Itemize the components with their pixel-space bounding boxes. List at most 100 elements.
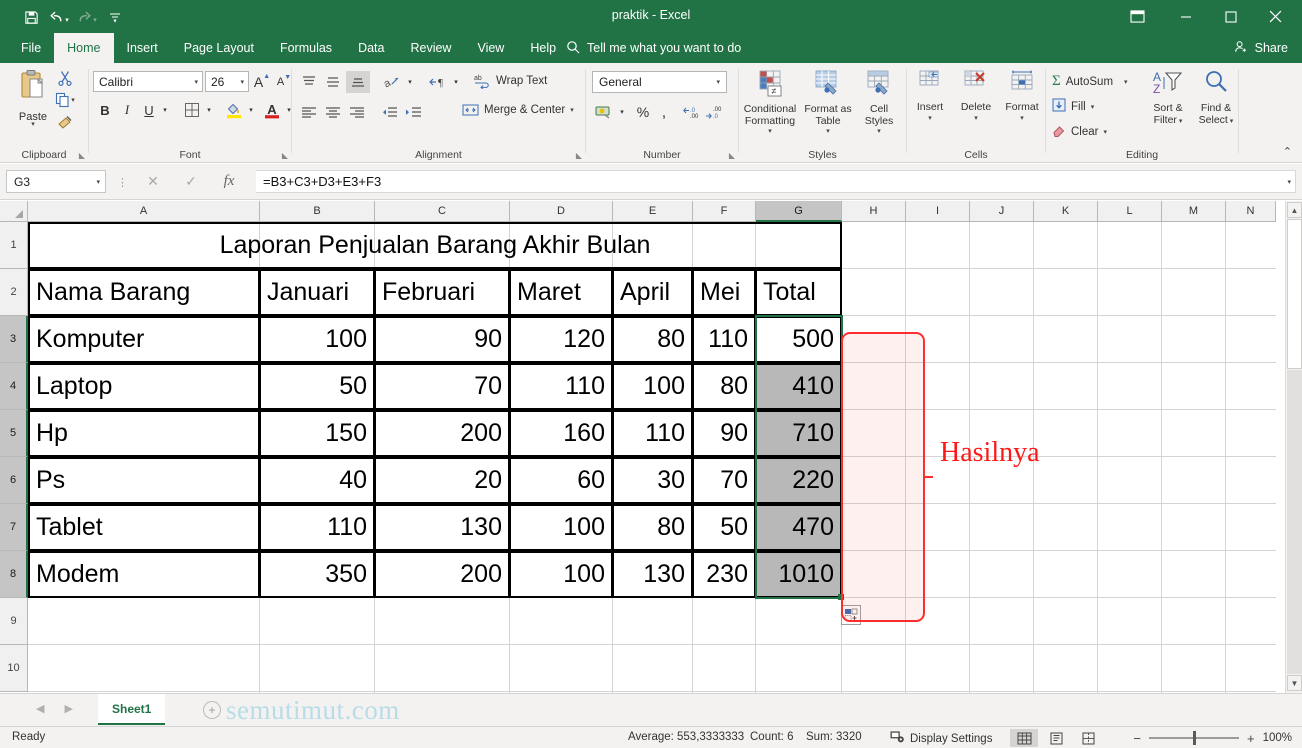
decrease-decimal-icon[interactable]: .0.00 — [682, 101, 704, 123]
ribbon-display-options-icon[interactable] — [1117, 0, 1157, 33]
zoom-out-icon[interactable]: − — [1133, 731, 1141, 746]
paste-dropdown-arrow[interactable]: ▾ — [10, 120, 56, 128]
cell-A7[interactable]: Tablet — [30, 506, 258, 549]
fill-color-dropdown-arrow[interactable]: ▾ — [245, 99, 257, 121]
cell-E4[interactable]: 100 — [614, 365, 691, 408]
column-header-A[interactable]: A — [28, 201, 260, 222]
scroll-up-icon[interactable]: ▲ — [1287, 202, 1302, 218]
find-and-select-button[interactable]: Find & Select ▾ — [1192, 69, 1240, 128]
column-header-M[interactable]: M — [1162, 201, 1226, 222]
formula-input[interactable]: =B3+C3+D3+E3+F3 ▾ — [256, 170, 1296, 193]
tab-page-layout[interactable]: Page Layout — [171, 33, 267, 63]
row-header-5[interactable]: 5 — [0, 410, 28, 457]
cell-A2[interactable]: Nama Barang — [30, 271, 258, 314]
cell-E2[interactable]: April — [614, 271, 691, 314]
cell-A4[interactable]: Laptop — [30, 365, 258, 408]
cell-E8[interactable]: 130 — [614, 553, 691, 596]
cell-C4[interactable]: 70 — [376, 365, 508, 408]
cell-C8[interactable]: 200 — [376, 553, 508, 596]
insert-cells-button[interactable]: Insert ▾ — [907, 69, 953, 122]
cell-D8[interactable]: 100 — [511, 553, 611, 596]
quick-analysis-icon[interactable] — [841, 605, 861, 625]
cell-B7[interactable]: 110 — [261, 506, 373, 549]
cell-D4[interactable]: 110 — [511, 365, 611, 408]
cell-styles-dropdown-arrow[interactable]: ▾ — [855, 127, 903, 135]
cell-A8[interactable]: Modem — [30, 553, 258, 596]
cell-F2[interactable]: Mei — [694, 271, 754, 314]
tab-home[interactable]: Home — [54, 33, 114, 63]
alignment-dialog-launcher[interactable]: ◣ — [576, 151, 582, 160]
column-header-K[interactable]: K — [1034, 201, 1098, 222]
cell-styles-button[interactable]: Cell Styles ▾ — [855, 69, 903, 135]
cell-G8[interactable]: 1010 — [757, 553, 840, 596]
increase-font-size-icon[interactable]: A ▲ — [252, 71, 272, 92]
cell-A3[interactable]: Komputer — [30, 318, 258, 361]
insert-dropdown-arrow[interactable]: ▾ — [907, 114, 953, 122]
column-header-J[interactable]: J — [970, 201, 1034, 222]
page-break-preview-icon[interactable] — [1074, 729, 1102, 747]
tab-view[interactable]: View — [464, 33, 517, 63]
vertical-scroll-track[interactable] — [1287, 370, 1302, 674]
cell-B2[interactable]: Januari — [261, 271, 373, 314]
cell-G5[interactable]: 710 — [757, 412, 840, 455]
cell-D5[interactable]: 160 — [511, 412, 611, 455]
cell-G2[interactable]: Total — [757, 271, 840, 314]
cell-C6[interactable]: 20 — [376, 459, 508, 502]
wrap-text-button[interactable]: ab Wrap Text — [474, 73, 547, 89]
cell-C7[interactable]: 130 — [376, 506, 508, 549]
cell-B6[interactable]: 40 — [261, 459, 373, 502]
row-header-1[interactable]: 1 — [0, 222, 28, 269]
autosum-button[interactable]: Σ AutoSum ▾ — [1052, 73, 1128, 90]
cell-B8[interactable]: 350 — [261, 553, 373, 596]
cell-D6[interactable]: 60 — [511, 459, 611, 502]
cancel-icon[interactable]: ✕ — [140, 170, 166, 193]
row-header-4[interactable]: 4 — [0, 363, 28, 410]
text-direction-icon[interactable]: ¶ — [426, 71, 450, 93]
status-average[interactable]: Average: 553,3333333 — [628, 731, 744, 743]
align-middle-icon[interactable] — [322, 71, 344, 93]
column-header-G[interactable]: G — [756, 201, 842, 222]
borders-dropdown-arrow[interactable]: ▾ — [203, 99, 215, 121]
maximize-button[interactable] — [1208, 0, 1253, 33]
tab-insert[interactable]: Insert — [114, 33, 171, 63]
clear-button[interactable]: Clear ▾ — [1052, 123, 1107, 140]
comma-style-icon[interactable]: , — [654, 101, 674, 123]
cell-E6[interactable]: 30 — [614, 459, 691, 502]
zoom-slider[interactable] — [1148, 730, 1239, 746]
cell-G4[interactable]: 410 — [757, 365, 840, 408]
insert-function-icon[interactable]: fx — [216, 170, 242, 193]
add-sheet-icon[interactable]: + — [203, 701, 221, 719]
cell-F3[interactable]: 110 — [694, 318, 754, 361]
align-center-icon[interactable] — [322, 101, 344, 123]
cell-C2[interactable]: Februari — [376, 271, 508, 314]
copy-icon[interactable]: ▾ — [52, 89, 78, 111]
cell-D7[interactable]: 100 — [511, 506, 611, 549]
align-top-icon[interactable] — [298, 71, 320, 93]
vertical-scroll-thumb[interactable] — [1287, 219, 1302, 369]
number-dialog-launcher[interactable]: ◣ — [729, 151, 735, 160]
tab-formulas[interactable]: Formulas — [267, 33, 345, 63]
underline-dropdown-arrow[interactable]: ▾ — [159, 99, 171, 121]
zoom-level-label[interactable]: 100% — [1263, 732, 1292, 744]
borders-icon[interactable] — [181, 99, 203, 121]
merge-and-center-button[interactable]: Merge & Center ▾ — [462, 103, 574, 117]
row-header-3[interactable]: 3 — [0, 316, 28, 363]
cell-A6[interactable]: Ps — [30, 459, 258, 502]
increase-decimal-icon[interactable]: .00.0 — [704, 101, 726, 123]
tab-review[interactable]: Review — [397, 33, 464, 63]
cell-E3[interactable]: 80 — [614, 318, 691, 361]
next-sheet-icon[interactable]: ▶ — [64, 702, 72, 715]
page-layout-view-icon[interactable] — [1042, 729, 1070, 747]
accounting-dropdown-arrow[interactable]: ▾ — [616, 101, 628, 123]
cell-C3[interactable]: 90 — [376, 318, 508, 361]
italic-icon[interactable]: I — [117, 99, 137, 121]
conditional-formatting-dropdown-arrow[interactable]: ▾ — [739, 127, 801, 135]
status-count[interactable]: Count: 6 — [750, 731, 793, 743]
copy-dropdown-arrow[interactable]: ▾ — [71, 96, 75, 104]
row-header-10[interactable]: 10 — [0, 645, 28, 692]
row-header-6[interactable]: 6 — [0, 457, 28, 504]
fill-button[interactable]: Fill ▾ — [1052, 98, 1094, 115]
accounting-number-format-icon[interactable] — [592, 101, 616, 123]
cell-F8[interactable]: 230 — [694, 553, 754, 596]
cell-A1-title[interactable]: Laporan Penjualan Barang Akhir Bulan — [30, 224, 840, 267]
